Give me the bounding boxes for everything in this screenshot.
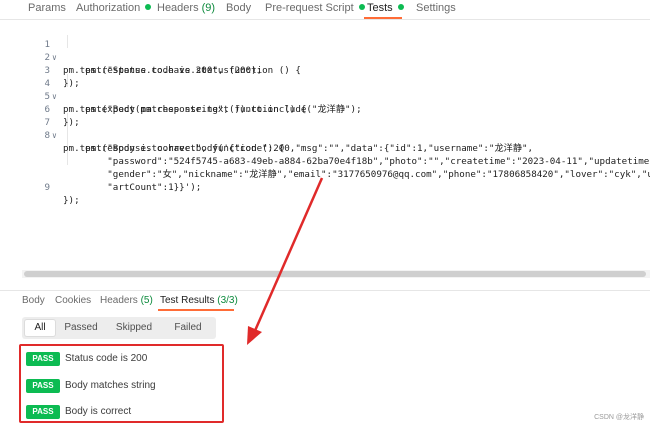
- code-line: 8 pm.response.to.have.body('{"code":200,…: [22, 116, 533, 154]
- response-tabs: Body Cookies Headers (5) Test Results (3…: [0, 290, 650, 312]
- tab-tests[interactable]: Tests: [367, 2, 404, 14]
- tab-label: Pre-request Script: [265, 2, 354, 14]
- code-line: 6 });: [22, 90, 79, 128]
- code-text: pm.response.to.have.body('{"code":200,"m…: [63, 143, 534, 154]
- tab-pre-request-script[interactable]: Pre-request Script: [265, 2, 365, 14]
- tab-label: Tests: [367, 2, 393, 14]
- fold-chevron-icon[interactable]: ∨: [52, 51, 57, 64]
- tab-settings[interactable]: Settings: [416, 2, 456, 14]
- filter-all[interactable]: All: [25, 320, 55, 336]
- line-number: 9: [44, 182, 50, 193]
- tab-label: Cookies: [55, 295, 92, 306]
- tab-label: Headers: [157, 2, 199, 14]
- editor-horizontal-scrollbar[interactable]: [22, 270, 650, 278]
- code-line: 4 ∨ pm.test("Body matches string", funct…: [22, 64, 306, 115]
- active-tab-indicator: [364, 17, 402, 19]
- code-text: "password":"524f5745-a683-49eb-a884-62ba…: [63, 156, 650, 167]
- tab-params[interactable]: Params: [28, 2, 66, 14]
- tab-label: Settings: [416, 2, 456, 14]
- filter-passed[interactable]: Passed: [58, 320, 104, 336]
- code-line: "password":"524f5745-a683-49eb-a884-62ba…: [22, 129, 650, 167]
- code-line: "artCount":1}}');: [22, 155, 201, 193]
- filter-failed[interactable]: Failed: [164, 320, 212, 336]
- result-filter: All Passed Skipped Failed: [22, 317, 216, 339]
- fold-chevron-icon[interactable]: ∨: [52, 90, 57, 103]
- modified-dot-icon: [358, 4, 365, 10]
- code-line: 5 pm.expect(pm.response.text()).to.inclu…: [22, 77, 361, 115]
- tab-label: Params: [28, 2, 66, 14]
- fold-chevron-icon[interactable]: ∨: [52, 129, 57, 142]
- indent-guide: [67, 35, 68, 48]
- code-text: "artCount":1}}');: [63, 182, 202, 193]
- tests-script-editor[interactable]: 1 ∨ pm.test("Status code is 200", functi…: [22, 22, 650, 284]
- tab-count: (9): [201, 2, 216, 14]
- code-line: 2 pm.response.to.have.status(200);: [22, 38, 262, 76]
- tab-body[interactable]: Body: [226, 2, 251, 14]
- tab-label: Body: [226, 2, 252, 14]
- code-text: pm.response.to.have.status(200);: [63, 65, 263, 76]
- tab-authorization[interactable]: Authorization: [76, 2, 152, 14]
- filter-skipped[interactable]: Skipped: [108, 320, 160, 336]
- tab-cookies[interactable]: Cookies: [55, 295, 91, 306]
- code-text: });: [63, 195, 80, 206]
- code-text: });: [63, 78, 80, 89]
- code-text: "gender":"女","nickname":"龙洋静","email":"3…: [63, 169, 650, 180]
- active-tab-indicator: [158, 309, 234, 311]
- tab-response-headers[interactable]: Headers (5): [100, 295, 153, 306]
- tab-count: (5): [140, 295, 153, 306]
- request-tabs: Params Authorization Headers (9) Body Pr…: [0, 0, 650, 20]
- tab-headers[interactable]: Headers (9): [157, 2, 215, 14]
- code-line: 9 });: [22, 168, 79, 206]
- annotation-highlight-box: [19, 344, 224, 423]
- code-line: 3 });: [22, 51, 79, 89]
- code-line: 7 ∨ pm.test("Body is correct", function …: [22, 103, 284, 154]
- modified-dot-icon: [397, 4, 404, 10]
- tab-count: (3/3): [217, 295, 238, 306]
- tab-test-results[interactable]: Test Results (3/3): [160, 295, 238, 306]
- tab-label: Headers: [100, 295, 138, 306]
- tab-response-body[interactable]: Body: [22, 295, 45, 306]
- tab-label: Body: [22, 295, 45, 306]
- tab-label: Authorization: [76, 2, 141, 14]
- code-text: });: [63, 117, 80, 128]
- watermark: CSDN @龙洋静: [594, 414, 644, 421]
- code-line: "gender":"女","nickname":"龙洋静","email":"3…: [22, 142, 650, 180]
- scrollbar-thumb[interactable]: [24, 271, 646, 277]
- code-text: pm.expect(pm.response.text()).to.include…: [63, 104, 362, 115]
- tab-label: Test Results: [160, 295, 215, 306]
- modified-dot-icon: [145, 4, 152, 10]
- code-line: 1 ∨ pm.test("Status code is 200", functi…: [22, 25, 300, 76]
